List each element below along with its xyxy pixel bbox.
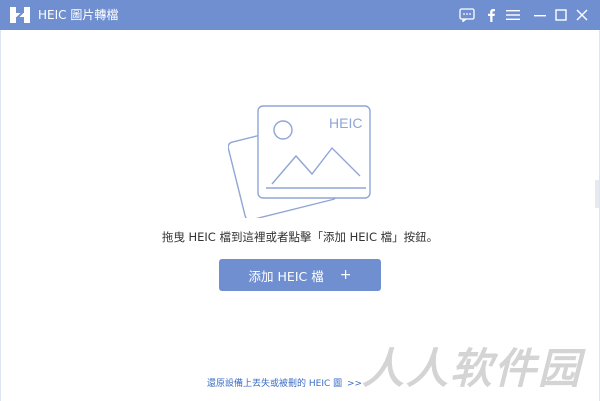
plus-icon: + — [339, 267, 352, 283]
recover-heic-link-text: 還原設備上丟失或被刪的 HEIC 圖 — [207, 379, 343, 389]
menu-icon[interactable] — [503, 5, 523, 25]
facebook-icon[interactable] — [481, 5, 501, 25]
add-heic-button-label: 添加 HEIC 檔 — [248, 268, 324, 284]
app-title: HEIC 圖片轉檔 — [38, 8, 119, 22]
add-heic-button[interactable]: 添加 HEIC 檔 + — [219, 259, 381, 291]
double-arrow-icon: >> — [347, 379, 363, 389]
drop-hint-text: 拖曳 HEIC 檔到這裡或者點擊「添加 HEIC 檔」按鈕。 — [161, 230, 439, 244]
app-logo-icon — [10, 7, 30, 23]
illustration-label: HEIC — [329, 115, 362, 131]
image-drop-illustration-icon[interactable]: HEIC — [228, 104, 374, 218]
recover-heic-link[interactable]: 還原設備上丟失或被刪的 HEIC 圖 >> — [207, 376, 362, 389]
title-bar: HEIC 圖片轉檔 — [0, 0, 600, 30]
close-icon[interactable] — [572, 5, 592, 25]
maximize-icon[interactable] — [551, 5, 571, 25]
minimize-icon[interactable] — [530, 5, 550, 25]
chat-icon[interactable] — [457, 5, 477, 25]
watermark: 人人软件园 — [362, 344, 583, 393]
scroll-edge — [595, 180, 599, 208]
